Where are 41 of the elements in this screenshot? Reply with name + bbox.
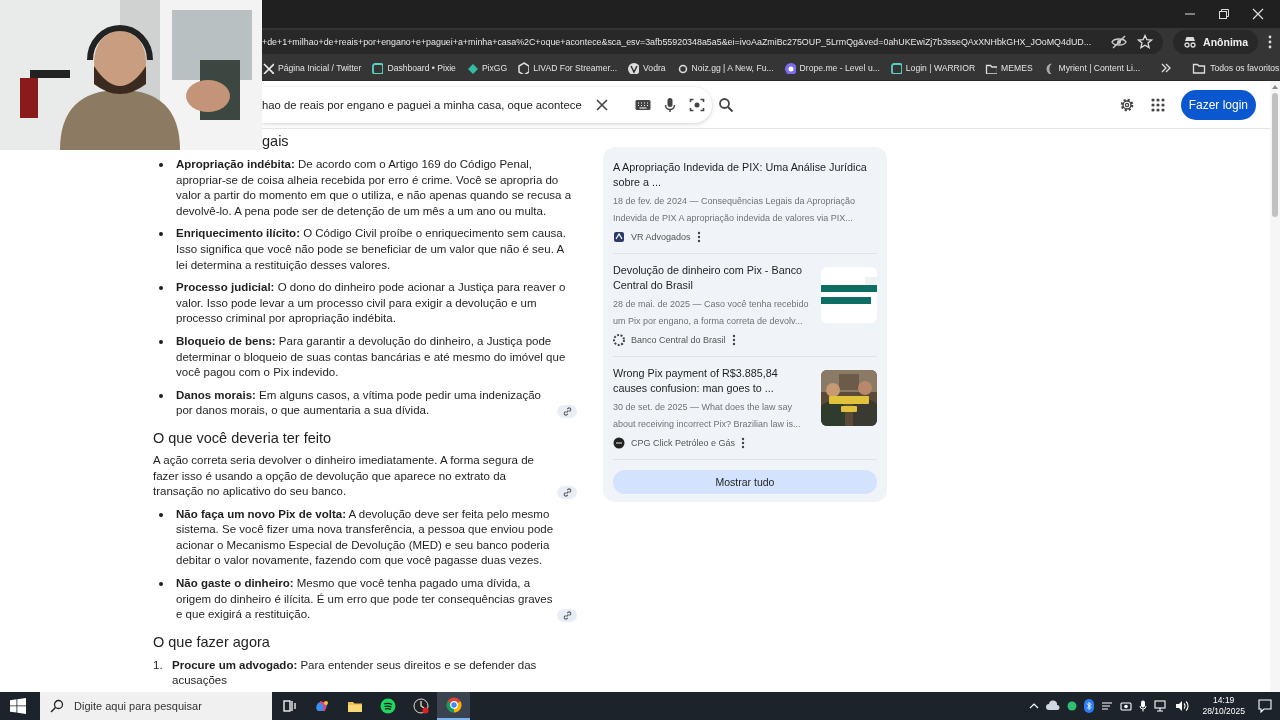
section-heading: O que você deveria ter feito [153,428,333,447]
source-name: VR Advogados [631,232,691,242]
bookmark[interactable]: PixGG [465,62,508,74]
source-title[interactable]: Devolução de dinheiro com Pix - Banco Central do Brasil [613,263,813,293]
list-item-text: Bloqueio de bens: Para garantir a devolução do dinheiro, a Justiça pode determinar o bloqueio de suas contas bancárias e até mesmo do imóvel que você pagou com o Pix indevido. [176,333,567,381]
list-item-text: Não faça um novo Pix de volta: A devolução deve ser feita pelo mesmo sistema. Se você fizer uma nova transferência, a pessoa que enviou pode acionar o Mecanismo Especial de Devolução (MED) e seu banco poderia debitar o valor novamente, fazendo com que você pagasse duas vezes. [176,506,555,569]
bookmark[interactable]: Login | WARRIOR [889,62,976,74]
taskbar-search-field[interactable]: Digite aqui para pesquisar [40,692,272,720]
list-item-text: Procure um advogado: Para entender seus direitos e se defender das acusações [172,657,538,689]
bookmark[interactable]: Drope.me - Level u... [783,62,880,74]
source-name: CPG Click Petróleo e Gás [631,438,736,448]
address-bar[interactable]: +de+1+milhao+de+reais+por+engano+e+paguei+a+minha+casa%2C+oque+acontece&sca_esv=3afb55920348a5a5&ei=ivoAaZmiBc275OUP_5LrmQg&ved=0ahUKEwiZj7b3sseQAxXNHbkGHX_JOoMQ4dUD... [262,30,1164,54]
source-snippet: 30 de set. de 2025 — What does the law say about receiving incorrect Pix? Brazilian law is... [613,401,802,431]
bookmark[interactable]: MEMES [985,62,1033,74]
section-heading: gais [261,132,290,150]
bookmark[interactable]: Página Inicial / Twitter [262,62,362,74]
list-item-text: Não gaste o dinheiro: Mesmo que você tenha pagado uma dívida, a origem do dinheiro é ilícita. É um erro que pode ter consequências graves e que exigirá a restituição. [176,576,554,623]
clock-date[interactable]: 28/10/2025 [1202,706,1245,717]
list-item-text: Danos morais: Em alguns casos, a vítima pode pedir uma indenização por danos morais, o que aumentaria a sua dívida. [176,387,542,419]
list-item-text: Apropriação indébita: De acordo com o Artigo 169 do Código Penal, apropriar-se de coisa alheia recebida por erro é crime. Você se apropria do valor a partir do momento em que o utiliza, e não apenas quando se recusa a devolvê-lo. A pena pode ser de detenção de um mês a um ano ou multa. [176,157,573,219]
bookmark-folder[interactable]: Todos os favoritos [1192,61,1280,75]
source-title[interactable]: Wrong Pix payment of R$3.885,84 causes confusion: man goes to ... [613,366,813,396]
paragraph: A ação correta seria devolver o dinheiro imediatamente. A forma segura de fazer isso é usando a opção de devolução que aparece no extrato da transação no aplicativo do seu banco. [153,452,535,500]
section-heading: O que fazer agora [153,632,271,651]
show-all-button[interactable]: Mostrar tudo [613,470,877,494]
bookmark[interactable]: Myrient | Content Li... [1042,62,1141,74]
bookmark[interactable]: Noiz.gg | A New, Fu... [675,62,774,74]
source-snippet: 28 de mai. de 2025 — Caso você tenha recebido um Pix por engano, a forma correta de devolv... [613,298,810,328]
list-number: 1. [153,657,164,673]
source-name: Banco Central do Brasil [631,335,726,345]
profile-button[interactable]: Anônima [1173,30,1258,54]
bookmark[interactable]: Dashboard • Pixie [371,62,456,74]
list-item-text: Processo judicial: O dono do dinheiro pode acionar a Justiça para reaver o valor. Isso pode levar a um processo civil para exigir a devolução e um processo criminal por apropriação indébita. [176,280,567,327]
source-snippet: 18 de fev. de 2024 — Consequências Legais da Apropriação Indevida de PIX A apropriação indevida de valores via PIX... [613,195,856,225]
clock-time[interactable]: 14:19 [1213,695,1235,706]
url-text: +de+1+milhao+de+reais+por+engano+e+paguei+a+minha+casa%2C+oque+acontece&sca_esv=3afb55920348a5a5&ei=ivoAaZmiBc275OUP_5LrmQg&ved=0ahUKEwiZj7b3sseQAxXNHbkGHX_JOoMQ4dUD... [262,37,1093,47]
login-button[interactable]: Fazer login [1180,89,1256,120]
list-item-text: Enriquecimento ilícito: O Código Civil proíbe o enriquecimento sem causa. Isso significa que você não pode se beneficiar de um valor que não é seu. A lei determina a restituição desses valores. [176,226,567,273]
bookmark[interactable]: LIVAD For Streamer... [517,62,618,74]
bookmark[interactable]: Vodra [627,62,666,74]
source-title[interactable]: A Apropriação Indevida de PIX: Uma Análise Jurídica sobre a ... [613,160,877,190]
